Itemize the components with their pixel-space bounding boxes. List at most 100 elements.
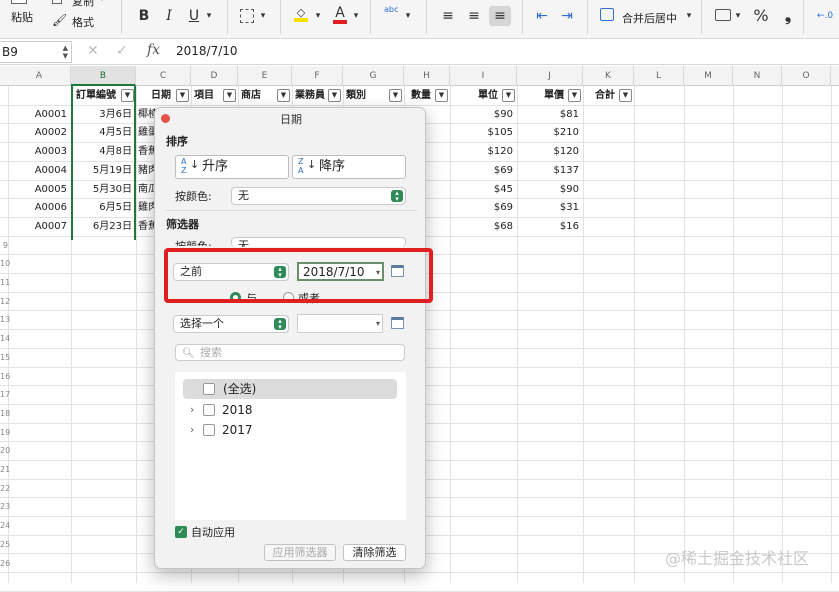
filter-dropdown-icon[interactable]: ▼ (121, 89, 134, 102)
percent-button[interactable]: % (751, 6, 771, 26)
chevron-down-icon[interactable]: ▾ (684, 6, 694, 26)
function-icon[interactable]: fx (147, 42, 160, 58)
stepper-icon[interactable]: ▲ ▼ (63, 44, 68, 60)
list-item-select-all[interactable]: (全选) (183, 379, 397, 399)
auto-apply-checkbox[interactable]: ✓ (175, 526, 187, 538)
chevron-down-icon[interactable]: ▾ (733, 6, 743, 26)
table-cell-id[interactable]: A0005 (8, 180, 71, 200)
column-header-a[interactable]: A (8, 66, 71, 86)
chevron-right-icon[interactable]: › (190, 400, 194, 420)
header-cell[interactable]: 商店 (239, 86, 277, 106)
table-cell-id[interactable]: A0003 (8, 142, 71, 162)
header-cell[interactable]: 單價 (518, 86, 568, 106)
format-painter-button[interactable]: 🖌 格式 (50, 13, 110, 29)
table-cell-price[interactable]: $120 (450, 142, 517, 162)
cancel-icon[interactable]: ✕ (87, 43, 99, 59)
column-header-h[interactable]: H (404, 66, 450, 86)
table-cell-date[interactable]: 4月8日 (71, 142, 136, 162)
filter-dropdown-icon[interactable]: ▼ (328, 89, 341, 102)
table-cell-total[interactable]: $81 (517, 105, 583, 125)
search-input[interactable]: 🔍︎ 搜索 (175, 344, 405, 361)
filter-dropdown-icon[interactable]: ▼ (277, 89, 290, 102)
filter-dropdown-icon[interactable]: ▼ (435, 89, 448, 102)
table-cell-price[interactable]: $69 (450, 198, 517, 218)
header-cell[interactable]: 日期 (136, 86, 175, 106)
list-item[interactable]: › 2018 (175, 400, 406, 420)
row-number[interactable]: 12 (0, 297, 10, 306)
filter-dropdown-icon[interactable]: ▼ (389, 89, 402, 102)
number-format-icon[interactable] (715, 9, 731, 21)
increase-indent-icon[interactable]: ⇥ (559, 6, 575, 26)
header-cell[interactable]: 項目 (192, 86, 223, 106)
row-number[interactable]: 26 (0, 559, 10, 568)
column-header-j[interactable]: J (517, 66, 583, 86)
list-item[interactable]: › 2017 (175, 420, 406, 440)
table-cell-price[interactable]: $69 (450, 161, 517, 181)
column-header-b[interactable]: B (71, 66, 136, 86)
merge-center-button[interactable]: 合并后居中 (622, 10, 677, 26)
header-cell[interactable]: 訂單編號 (71, 86, 120, 106)
text-direction-icon[interactable]: abc (384, 5, 398, 14)
align-center-icon[interactable]: ≡ (466, 6, 482, 26)
row-number[interactable]: 15 (0, 353, 10, 362)
row-number[interactable]: 24 (0, 521, 10, 530)
row-number[interactable]: 20 (0, 446, 10, 455)
row-number[interactable]: 10 (0, 259, 10, 268)
sort-descending-button[interactable]: Z A ↓ 降序 (292, 155, 406, 179)
table-cell-id[interactable]: A0004 (8, 161, 71, 181)
header-cell[interactable]: 合計 (584, 86, 619, 106)
chevron-right-icon[interactable]: › (190, 420, 194, 440)
table-cell-price[interactable]: $45 (450, 180, 517, 200)
sort-by-color-select[interactable]: 无 ▴ ▾ (231, 187, 406, 205)
formula-input[interactable]: 2018/7/10 (176, 44, 238, 58)
chevron-down-icon[interactable]: ▾ (258, 6, 268, 26)
column-header-n[interactable]: N (733, 66, 782, 86)
table-cell-price[interactable]: $90 (450, 105, 517, 125)
align-left-icon[interactable]: ≡ (440, 6, 456, 26)
year-checkbox[interactable] (203, 404, 215, 416)
row-number[interactable]: 22 (0, 484, 10, 493)
calendar-icon[interactable] (391, 317, 404, 329)
table-cell-total[interactable]: $90 (517, 180, 583, 200)
condition2-select[interactable]: 选择一个 ▴ ▾ (173, 315, 289, 333)
table-cell-total[interactable]: $31 (517, 198, 583, 218)
filter-active-icon[interactable]: ▼ (176, 89, 189, 102)
border-icon[interactable] (240, 9, 254, 23)
header-cell[interactable]: 數量 (405, 86, 435, 106)
filter-by-color-select[interactable]: 无 (231, 237, 406, 247)
column-header-c[interactable]: C (136, 66, 191, 86)
chevron-down-icon[interactable]: ▾ (376, 315, 380, 332)
filter-dropdown-icon[interactable]: ▼ (619, 89, 632, 102)
select-all-checkbox[interactable] (203, 383, 215, 395)
row-number[interactable]: 19 (0, 428, 10, 437)
copy-button[interactable]: 复制 ▾ (50, 0, 110, 8)
row-number[interactable]: 11 (0, 278, 10, 287)
row-number[interactable]: 25 (0, 540, 10, 549)
table-cell-total[interactable]: $120 (517, 142, 583, 162)
table-cell-date[interactable]: 5月30日 (71, 180, 136, 200)
column-header-f[interactable]: F (292, 66, 343, 86)
table-cell-date[interactable]: 6月23日 (71, 217, 136, 237)
column-header-e[interactable]: E (238, 66, 292, 86)
header-cell[interactable]: 業務員 (293, 86, 328, 106)
name-box[interactable]: B9 ▲ ▼ (0, 41, 72, 63)
row-number[interactable]: 23 (0, 502, 10, 511)
row-number[interactable]: 16 (0, 372, 10, 381)
column-header-k[interactable]: K (583, 66, 634, 86)
clear-filter-button[interactable]: 清除筛选 (343, 544, 406, 561)
date2-input[interactable]: ▾ (297, 314, 383, 333)
filter-dropdown-icon[interactable]: ▼ (502, 89, 515, 102)
table-cell-date[interactable]: 6月5日 (71, 198, 136, 218)
row-number[interactable]: 18 (0, 409, 10, 418)
table-cell-price[interactable]: $105 (450, 123, 517, 143)
underline-button[interactable]: U (187, 6, 201, 26)
confirm-icon[interactable]: ✓ (116, 43, 128, 59)
table-cell-total[interactable]: $210 (517, 123, 583, 143)
row-number[interactable]: 13 (0, 315, 10, 324)
column-header-l[interactable]: L (634, 66, 684, 86)
column-header-m[interactable]: M (684, 66, 733, 86)
italic-button[interactable]: I (162, 6, 176, 26)
column-header-g[interactable]: G (343, 66, 404, 86)
row-number[interactable]: 14 (0, 334, 10, 343)
column-header-d[interactable]: D (191, 66, 238, 86)
